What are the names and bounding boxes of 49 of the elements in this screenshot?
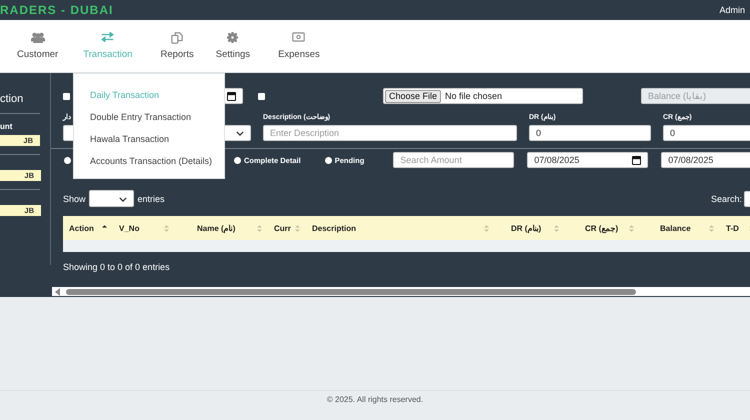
- nav-tab[interactable]: Reports: [160, 20, 194, 72]
- brand-title: RADERS - DUBAI: [0, 3, 114, 17]
- sidebar-label: unt: [0, 122, 14, 131]
- file-status: No file chosen: [445, 91, 502, 101]
- radio-button[interactable]: [64, 156, 71, 164]
- banknote-icon: [292, 32, 306, 44]
- calendar-icon[interactable]: [227, 92, 236, 100]
- scroll-left-icon[interactable]: [55, 288, 60, 296]
- search-label: Search:: [710, 194, 742, 204]
- menu-item[interactable]: Accounts Transaction (Details): [74, 150, 224, 172]
- settings-icon: [227, 32, 238, 44]
- checkbox[interactable]: [258, 92, 265, 100]
- user-name[interactable]: Admin: [719, 5, 745, 15]
- menu-item[interactable]: Double Entry Transaction: [74, 106, 224, 128]
- column-header[interactable]: Balance: [660, 224, 691, 232]
- choose-file-button[interactable]: Choose File: [385, 90, 442, 102]
- scrollbar-thumb[interactable]: [66, 288, 636, 294]
- column-header[interactable]: V_No: [119, 224, 140, 232]
- documents-icon: [171, 32, 184, 44]
- menu-item[interactable]: Hawala Transaction: [74, 128, 224, 150]
- entries-select[interactable]: [88, 190, 134, 207]
- arrows-icon: [101, 32, 114, 44]
- column-header[interactable]: T-D: [726, 224, 739, 232]
- column-header[interactable]: Name (نام): [197, 224, 236, 232]
- horizontal-scrollbar[interactable]: [52, 287, 750, 296]
- entries-label: entries: [138, 194, 165, 204]
- radio-button[interactable]: [324, 156, 332, 164]
- show-label: Show: [63, 194, 86, 204]
- column-header[interactable]: Curr: [274, 224, 291, 232]
- nav-tab[interactable]: Settings: [216, 20, 250, 72]
- copyright-text: © 2025. All rights reserved.: [326, 395, 424, 404]
- date-field[interactable]: 07/08/2025: [527, 152, 648, 168]
- nav-tab[interactable]: Expenses: [278, 20, 320, 72]
- column-header[interactable]: DR (بنام): [511, 224, 542, 232]
- users-icon: [30, 32, 45, 44]
- column-header[interactable]: Description: [312, 224, 356, 232]
- checkbox[interactable]: [63, 92, 70, 100]
- nav-tab[interactable]: Customer: [17, 20, 58, 72]
- table-info: Showing 0 to 0 of 0 entries: [63, 262, 171, 272]
- date-field[interactable]: 07/08/2025: [661, 152, 750, 168]
- column-header[interactable]: Action: [69, 224, 94, 232]
- text-field[interactable]: 0: [663, 125, 750, 141]
- radio-button[interactable]: [234, 156, 241, 164]
- text-field[interactable]: 0: [529, 125, 651, 141]
- text-field[interactable]: Enter Description: [263, 125, 517, 141]
- sidebar-title: ction: [0, 93, 24, 105]
- calendar-icon[interactable]: [632, 156, 642, 164]
- search-amount-field[interactable]: Search Amount: [393, 152, 514, 168]
- column-header[interactable]: CR (جمع): [585, 224, 618, 232]
